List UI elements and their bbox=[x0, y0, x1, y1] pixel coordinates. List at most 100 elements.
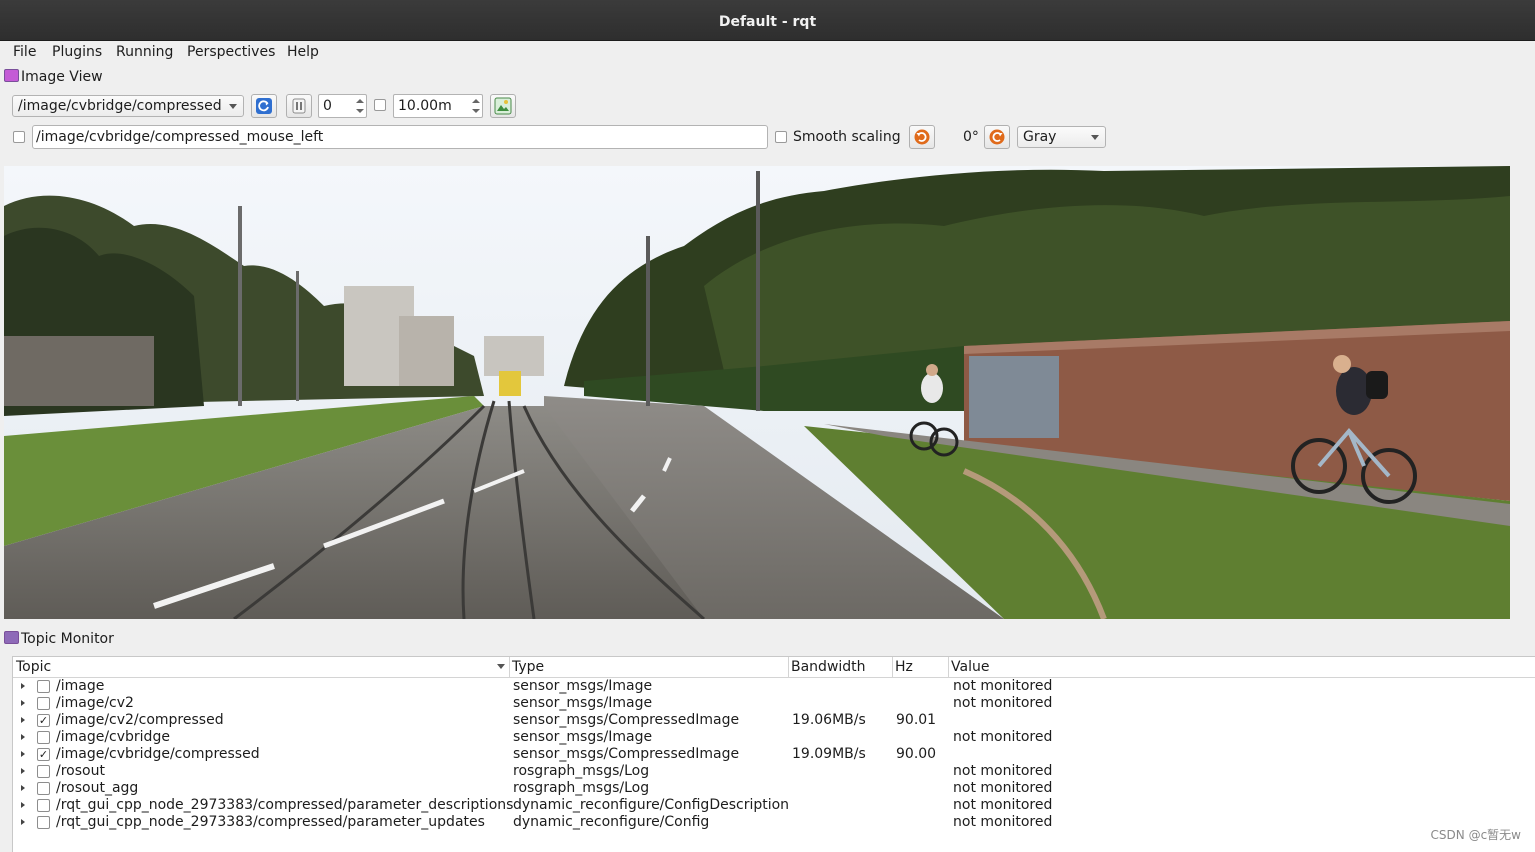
watermark: CSDN @c暂无w bbox=[1430, 828, 1521, 842]
menu-plugins[interactable]: Plugins bbox=[52, 44, 102, 60]
spin-up-icon[interactable] bbox=[472, 99, 480, 103]
frame-spinbox-value: 0 bbox=[323, 98, 332, 114]
expand-arrow-icon[interactable] bbox=[21, 768, 25, 774]
save-image-icon bbox=[494, 97, 512, 115]
value-cell: not monitored bbox=[953, 695, 1053, 711]
frame-spinbox[interactable]: 0 bbox=[318, 94, 367, 118]
rotate-right-button[interactable] bbox=[984, 125, 1010, 149]
type-cell: sensor_msgs/CompressedImage bbox=[513, 746, 740, 762]
monitor-checkbox[interactable]: ✓ bbox=[37, 748, 50, 761]
value-cell: not monitored bbox=[953, 729, 1053, 745]
column-bandwidth[interactable]: Bandwidth bbox=[791, 659, 866, 675]
expand-arrow-icon[interactable] bbox=[21, 683, 25, 689]
menu-file[interactable]: File bbox=[13, 44, 36, 60]
monitor-checkbox[interactable] bbox=[37, 799, 50, 812]
refresh-button[interactable] bbox=[251, 94, 277, 118]
column-divider[interactable] bbox=[948, 657, 949, 677]
bandwidth-cell: 19.09MB/s bbox=[792, 746, 866, 762]
topic-cell: /rqt_gui_cpp_node_2973383/compressed/par… bbox=[56, 814, 485, 830]
topic-cell: /rosout_agg bbox=[56, 780, 139, 796]
topic-monitor-icon bbox=[4, 631, 19, 644]
topic-table[interactable]: Topic Type Bandwidth Hz Value /image sens… bbox=[12, 656, 1535, 852]
color-scheme-value: Gray bbox=[1023, 129, 1057, 145]
hz-cell: 90.00 bbox=[896, 746, 937, 762]
topic-monitor-title-text: Topic Monitor bbox=[21, 631, 114, 647]
column-type[interactable]: Type bbox=[512, 659, 544, 675]
topic-cell: /rosout bbox=[56, 763, 105, 779]
type-cell: rosgraph_msgs/Log bbox=[513, 780, 650, 796]
table-row[interactable]: /image/cv2 sensor_msgs/Image not monitored bbox=[13, 695, 1535, 712]
monitor-checkbox[interactable] bbox=[37, 765, 50, 778]
table-row[interactable]: /rqt_gui_cpp_node_2973383/compressed/par… bbox=[13, 797, 1535, 814]
table-row[interactable]: /image/cvbridge sensor_msgs/Image not moni… bbox=[13, 729, 1535, 746]
topic-select-value: /image/cvbridge/compressed bbox=[18, 98, 222, 114]
monitor-checkbox[interactable] bbox=[37, 816, 50, 829]
dropdown-arrow-icon bbox=[229, 104, 237, 109]
camera-image[interactable] bbox=[4, 166, 1510, 619]
menu-help[interactable]: Help bbox=[287, 44, 319, 60]
monitor-checkbox[interactable] bbox=[37, 697, 50, 710]
type-cell: dynamic_reconfigure/ConfigDescription bbox=[513, 797, 790, 813]
topic-monitor-title[interactable]: Topic Monitor bbox=[4, 630, 114, 648]
rotate-left-button[interactable] bbox=[909, 125, 935, 149]
image-view-icon bbox=[4, 69, 19, 82]
refresh-icon bbox=[256, 98, 272, 114]
value-cell: not monitored bbox=[953, 678, 1053, 694]
window-title: Default - rqt bbox=[0, 0, 1535, 41]
smooth-scaling-label[interactable]: Smooth scaling bbox=[793, 129, 901, 145]
column-divider[interactable] bbox=[892, 657, 893, 677]
expand-arrow-icon[interactable] bbox=[21, 751, 25, 757]
monitor-checkbox[interactable] bbox=[37, 680, 50, 693]
distance-spinbox[interactable]: 10.00m bbox=[393, 94, 483, 118]
spin-down-icon[interactable] bbox=[356, 109, 364, 113]
type-cell: rosgraph_msgs/Log bbox=[513, 763, 650, 779]
column-value[interactable]: Value bbox=[951, 659, 989, 675]
dropdown-arrow-icon bbox=[1091, 135, 1099, 140]
expand-arrow-icon[interactable] bbox=[21, 785, 25, 791]
color-scheme-select[interactable]: Gray bbox=[1017, 126, 1106, 148]
column-divider[interactable] bbox=[509, 657, 510, 677]
spin-up-icon[interactable] bbox=[356, 99, 364, 103]
monitor-checkbox[interactable]: ✓ bbox=[37, 714, 50, 727]
expand-arrow-icon[interactable] bbox=[21, 717, 25, 723]
street-scene-image bbox=[4, 166, 1510, 619]
mouse-topic-input-value: /image/cvbridge/compressed_mouse_left bbox=[36, 129, 324, 145]
column-topic[interactable]: Topic bbox=[16, 659, 51, 675]
column-hz[interactable]: Hz bbox=[895, 659, 913, 675]
topic-cell: /image/cv2 bbox=[56, 695, 134, 711]
table-row[interactable]: /rosout rosgraph_msgs/Log not monitored bbox=[13, 763, 1535, 780]
value-cell: not monitored bbox=[953, 763, 1053, 779]
table-row[interactable]: ✓ /image/cvbridge/compressed sensor_msgs/C… bbox=[13, 746, 1535, 763]
type-cell: sensor_msgs/Image bbox=[513, 678, 653, 694]
rotation-angle-label: 0° bbox=[963, 129, 979, 145]
expand-arrow-icon[interactable] bbox=[21, 819, 25, 825]
monitor-checkbox[interactable] bbox=[37, 782, 50, 795]
topic-cell: /rqt_gui_cpp_node_2973383/compressed/par… bbox=[56, 797, 514, 813]
image-view-title[interactable]: Image View bbox=[4, 68, 103, 86]
expand-arrow-icon[interactable] bbox=[21, 734, 25, 740]
table-row[interactable]: /image sensor_msgs/Image not monitored bbox=[13, 678, 1535, 695]
topic-cell: /image/cvbridge bbox=[56, 729, 170, 745]
spin-down-icon[interactable] bbox=[472, 109, 480, 113]
smooth-scaling-checkbox[interactable] bbox=[775, 131, 787, 143]
hz-cell: 90.01 bbox=[896, 712, 937, 728]
monitor-checkbox[interactable] bbox=[37, 731, 50, 744]
menu-bar: File Plugins Running Perspectives Help bbox=[0, 41, 1535, 63]
table-row[interactable]: /rqt_gui_cpp_node_2973383/compressed/par… bbox=[13, 814, 1535, 831]
distance-checkbox[interactable] bbox=[374, 99, 386, 111]
mouse-topic-input[interactable]: /image/cvbridge/compressed_mouse_left bbox=[32, 125, 768, 149]
table-row[interactable]: /rosout_agg rosgraph_msgs/Log not monitore… bbox=[13, 780, 1535, 797]
expand-arrow-icon[interactable] bbox=[21, 700, 25, 706]
column-divider[interactable] bbox=[788, 657, 789, 677]
topic-table-header: Topic Type Bandwidth Hz Value bbox=[13, 657, 1535, 678]
pause-button[interactable] bbox=[286, 94, 312, 118]
mouse-publish-checkbox[interactable] bbox=[13, 131, 25, 143]
type-cell: sensor_msgs/Image bbox=[513, 729, 653, 745]
menu-perspectives[interactable]: Perspectives bbox=[187, 44, 275, 60]
sort-arrow-icon[interactable] bbox=[497, 664, 505, 669]
topic-select[interactable]: /image/cvbridge/compressed bbox=[12, 95, 244, 117]
expand-arrow-icon[interactable] bbox=[21, 802, 25, 808]
menu-running[interactable]: Running bbox=[116, 44, 173, 60]
save-image-button[interactable] bbox=[490, 94, 516, 118]
table-row[interactable]: ✓ /image/cv2/compressed sensor_msgs/Compre… bbox=[13, 712, 1535, 729]
